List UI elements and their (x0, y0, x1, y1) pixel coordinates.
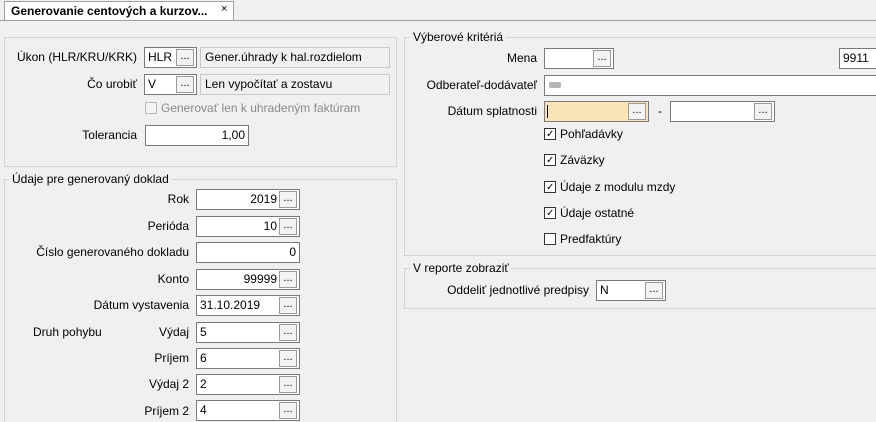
co-urobit-label: Čo urobiť (87, 77, 137, 91)
datum-vystavenia-value: 31.10.2019 (200, 298, 261, 312)
vydaj2-input[interactable]: 2 ... (196, 374, 300, 395)
zavazky-label: Záväzky (560, 153, 605, 167)
oddelit-label: Oddeliť jednotlivé predpisy (447, 283, 589, 297)
vydaj2-value: 2 (200, 377, 207, 391)
predfaktury-checkbox[interactable] (544, 233, 556, 245)
datum-splatnosti-label: Dátum splatnosti (447, 104, 537, 118)
konto-input[interactable]: 99999 ... (196, 269, 300, 290)
vydaj-lookup-button[interactable]: ... (279, 324, 297, 341)
prijem-lookup-button[interactable]: ... (279, 350, 297, 367)
odberatel-input[interactable] (544, 75, 876, 96)
druh-pohybu-label: Druh pohybu (33, 325, 102, 339)
konto-label: Konto (157, 272, 189, 286)
prijem2-label: Príjem 2 (144, 404, 189, 418)
mena-input[interactable]: ... (544, 48, 614, 69)
predfaktury-label: Predfaktúry (560, 232, 622, 246)
ukon-input[interactable]: HLR ... (144, 47, 197, 68)
konto-value: 99999 (243, 272, 277, 286)
co-urobit-desc: Len vypočítať a zostavu (200, 74, 390, 95)
rok-lookup-button[interactable]: ... (279, 191, 297, 208)
udaje-ostatne-label: Údaje ostatné (560, 206, 635, 220)
kriteria-group (404, 37, 876, 256)
konto-lookup-button[interactable]: ... (279, 271, 297, 288)
tab-title: Generovanie centových a kurzov... (11, 4, 208, 18)
prijem-value: 6 (200, 351, 207, 365)
pohladavky-checkbox[interactable]: ✓ (544, 128, 556, 140)
vydaj-label: Výdaj (158, 325, 189, 339)
ukon-label: Úkon (HLR/KRU/KRK) (16, 50, 137, 64)
datum-vystavenia-input[interactable]: 31.10.2019 ... (196, 295, 300, 316)
perioda-lookup-button[interactable]: ... (279, 218, 297, 235)
ukon-value: HLR (148, 50, 173, 64)
datum-splatnosti-to-input[interactable]: ... (670, 101, 775, 122)
prijem-input[interactable]: 6 ... (196, 348, 300, 369)
kriteria-group-title: Výberové kritériá (410, 30, 507, 44)
perioda-input[interactable]: 10 ... (196, 216, 300, 237)
prijem2-input[interactable]: 4 ... (196, 400, 300, 421)
co-urobit-value: V (148, 77, 157, 91)
generovat-label: Generovať len k uhradeným faktúram (161, 101, 361, 115)
datum-vystavenia-label: Dátum vystavenia (93, 298, 189, 312)
generovat-checkbox[interactable] (145, 102, 157, 114)
co-urobit-input[interactable]: V ... (144, 74, 197, 95)
prijem-label: Príjem (154, 351, 189, 365)
oddelit-input[interactable]: N ... (596, 280, 666, 301)
datum-splatnosti-from-input[interactable]: ... (544, 101, 649, 122)
vydaj2-label: Výdaj 2 (148, 377, 189, 391)
check-mark-icon: ✓ (546, 182, 555, 193)
close-icon[interactable]: × (221, 3, 227, 15)
ukon-desc: Gener.úhrady k hal.rozdielom (200, 47, 390, 68)
perioda-label: Perióda (147, 219, 189, 233)
oddelit-lookup-button[interactable]: ... (645, 282, 663, 299)
range-dash: - (658, 104, 662, 118)
redacted-text (549, 82, 561, 88)
udaje-mzdy-label: Údaje z modulu mzdy (560, 180, 676, 194)
prijem2-lookup-button[interactable]: ... (279, 402, 297, 419)
vydaj-input[interactable]: 5 ... (196, 322, 300, 343)
mena-label: Mena (506, 51, 537, 65)
co-urobit-lookup-button[interactable]: ... (176, 76, 194, 93)
rok-input[interactable]: 2019 ... (196, 189, 300, 210)
ukon-lookup-button[interactable]: ... (176, 49, 194, 66)
text-caret (547, 105, 548, 118)
rok-label: Rok (167, 192, 189, 206)
odberatel-label: Odberateľ-dodávateľ (426, 78, 537, 92)
mena-lookup-button[interactable]: ... (593, 50, 611, 67)
report-group-title: V reporte zobraziť (410, 261, 512, 275)
oddelit-value: N (600, 283, 609, 297)
datum-splatnosti-from-calendar-button[interactable]: ... (628, 103, 646, 120)
datum-splatnosti-to-calendar-button[interactable]: ... (754, 103, 772, 120)
cislo-input[interactable]: 0 (196, 242, 300, 263)
tolerancia-input[interactable]: 1,00 (145, 125, 249, 146)
cislo-label: Číslo generovaného dokladu (36, 245, 189, 259)
udaje-mzdy-checkbox[interactable]: ✓ (544, 181, 556, 193)
zavazky-checkbox[interactable]: ✓ (544, 154, 556, 166)
tolerancia-label: Tolerancia (82, 128, 137, 142)
prijem2-value: 4 (200, 403, 207, 417)
tab-generovanie[interactable]: Generovanie centových a kurzov... × (4, 1, 234, 20)
mena-code-field[interactable]: 9911 (839, 48, 876, 69)
check-mark-icon: ✓ (546, 208, 555, 219)
pohladavky-label: Pohľadávky (560, 127, 623, 141)
vydaj2-lookup-button[interactable]: ... (279, 376, 297, 393)
vydaj-value: 5 (200, 325, 207, 339)
datum-vystavenia-calendar-button[interactable]: ... (279, 297, 297, 314)
check-mark-icon: ✓ (546, 155, 555, 166)
udaje-ostatne-checkbox[interactable]: ✓ (544, 207, 556, 219)
perioda-value: 10 (263, 219, 277, 233)
check-mark-icon: ✓ (546, 129, 555, 140)
rok-value: 2019 (250, 192, 277, 206)
doklad-group-title: Údaje pre generovaný doklad (9, 172, 172, 186)
